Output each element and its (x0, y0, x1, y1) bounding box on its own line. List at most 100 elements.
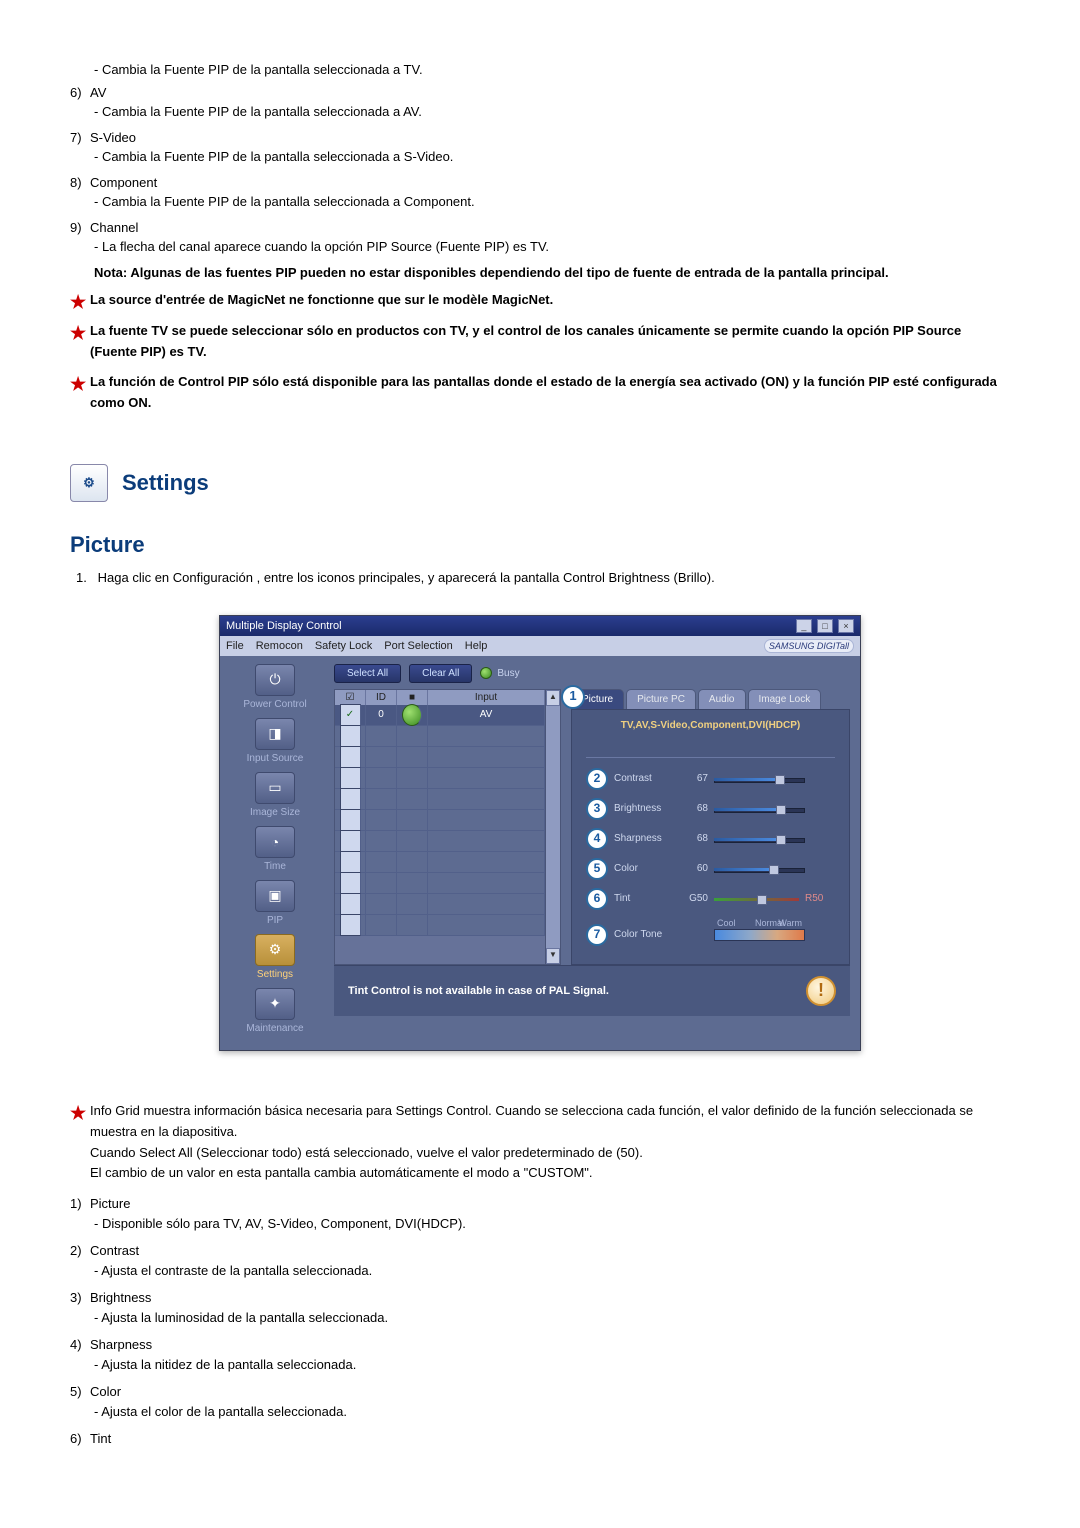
item-sub: - Ajusta el color de la pantalla selecci… (94, 1402, 1010, 1422)
row-checkbox[interactable] (340, 746, 361, 768)
star-icon: ★ (70, 288, 86, 317)
tint-g-value: G50 (678, 893, 708, 904)
row-checkbox[interactable] (340, 851, 361, 873)
ct-warm: Warm (778, 918, 802, 928)
table-row[interactable]: 0 AV (335, 705, 545, 726)
step-1-num: 1. (76, 570, 94, 585)
sidebar-item[interactable]: ⏻Power Control (220, 664, 330, 710)
sidebar-item-icon: ⚙ (255, 934, 295, 966)
item-num: 1) (70, 1194, 90, 1214)
control-slider[interactable] (714, 865, 805, 873)
ct-cool: Cool (717, 918, 736, 928)
table-row[interactable] (335, 831, 545, 852)
list-item: 8)Component- Cambia la Fuente PIP de la … (70, 173, 1010, 212)
clear-all-button[interactable]: Clear All (409, 664, 472, 683)
tint-slider[interactable] (714, 895, 799, 903)
sidebar-item-icon: ◔ (255, 826, 295, 858)
tab[interactable]: Audio (698, 689, 746, 709)
row-checkbox[interactable] (340, 893, 361, 915)
row-id: 0 (366, 705, 397, 725)
row-checkbox[interactable] (340, 767, 361, 789)
control-slider[interactable] (714, 835, 805, 843)
minimize-icon[interactable]: _ (796, 619, 812, 633)
table-row[interactable] (335, 726, 545, 747)
sidebar-item-label: Maintenance (220, 1023, 330, 1034)
tab[interactable]: Image Lock (748, 689, 822, 709)
sidebar: ⏻Power Control ◨Input Source ▭Image Size ◔ T… (220, 656, 330, 1050)
list-item: 6)AV- Cambia la Fuente PIP de la pantall… (70, 83, 1010, 122)
close-icon[interactable]: × (838, 619, 854, 633)
item-label: AV (90, 83, 106, 103)
pre-sub-line: - Cambia la Fuente PIP de la pantalla se… (94, 60, 1010, 80)
list-item: 7)S-Video- Cambia la Fuente PIP de la pa… (70, 128, 1010, 167)
row-checkbox[interactable] (340, 809, 361, 831)
row-checkbox[interactable] (340, 872, 361, 894)
document-page: - Cambia la Fuente PIP de la pantalla se… (0, 0, 1080, 1497)
busy-indicator: Busy (480, 667, 519, 679)
item-num: 8) (70, 173, 90, 193)
tab[interactable]: Picture PC (626, 689, 696, 709)
menu-item[interactable]: File (226, 640, 244, 652)
tint-label: Tint (614, 893, 678, 904)
app-screenshot: Multiple Display Control _ □ × FileRemoc… (219, 615, 861, 1051)
item-sub: - Disponible sólo para TV, AV, S-Video, … (94, 1214, 1010, 1234)
control-slider[interactable] (714, 805, 805, 813)
table-row[interactable] (335, 915, 545, 936)
sidebar-item-label: Time (220, 861, 330, 872)
list-item: 6)Tint (70, 1429, 1010, 1449)
item-num: 3) (70, 1288, 90, 1308)
select-all-button[interactable]: Select All (334, 664, 401, 683)
main-area: Select All Clear All Busy ☑ ID ■ Input (330, 656, 860, 1050)
item-num: 6) (70, 83, 90, 103)
table-row[interactable] (335, 789, 545, 810)
control-value: 68 (678, 833, 708, 844)
sidebar-item[interactable]: ◨Input Source (220, 718, 330, 764)
grid-header-check[interactable]: ☑ (335, 690, 366, 705)
sidebar-item[interactable]: ▭Image Size (220, 772, 330, 818)
menu-item[interactable]: Port Selection (384, 640, 452, 652)
table-row[interactable] (335, 747, 545, 768)
colortone-slider[interactable]: Cool Normal Warm (714, 929, 805, 941)
menubar: File Remocon Safety Lock Port Selection Help… (220, 636, 860, 656)
table-row[interactable] (335, 894, 545, 915)
star-icon: ★ (70, 319, 86, 348)
table-row[interactable] (335, 873, 545, 894)
list-item: 9)Channel- La flecha del canal aparece c… (70, 218, 1010, 257)
row-checkbox[interactable] (340, 725, 361, 747)
sidebar-item[interactable]: ⚙Settings (220, 934, 330, 980)
table-row[interactable] (335, 852, 545, 873)
row-input: AV (428, 705, 545, 725)
table-row[interactable] (335, 810, 545, 831)
table-row[interactable] (335, 768, 545, 789)
window-buttons: _ □ × (794, 619, 854, 633)
item-label: Tint (90, 1429, 111, 1449)
row-checkbox[interactable] (340, 788, 361, 810)
info-grid: ☑ ID ■ Input 0 AV (334, 689, 546, 965)
sidebar-item-icon: ▣ (255, 880, 295, 912)
star-icon: ★ (70, 1099, 86, 1128)
list-item: 5)Color- Ajusta el color de la pantalla … (70, 1382, 1010, 1421)
item-num: 6) (70, 1429, 90, 1449)
control-slider[interactable] (714, 775, 805, 783)
row-checkbox[interactable] (340, 704, 361, 726)
row-checkbox[interactable] (340, 914, 361, 936)
item-sub: - Cambia la Fuente PIP de la pantalla se… (94, 192, 1010, 212)
scroll-down-icon[interactable]: ▼ (546, 948, 560, 964)
scroll-up-icon[interactable]: ▲ (546, 690, 560, 706)
menu-item[interactable]: Help (465, 640, 488, 652)
step-1: 1. Haga clic en Configuración , entre lo… (76, 570, 1010, 585)
sidebar-item-label: Input Source (220, 753, 330, 764)
grid-scrollbar[interactable]: ▲ ▼ (546, 689, 561, 965)
maximize-icon[interactable]: □ (817, 619, 833, 633)
sidebar-item[interactable]: ◔ Time (220, 826, 330, 872)
sidebar-item[interactable]: ✦Maintenance (220, 988, 330, 1034)
star-note: ★La source d'entrée de MagicNet ne fonct… (70, 290, 1010, 311)
row-checkbox[interactable] (340, 830, 361, 852)
menu-item[interactable]: Safety Lock (315, 640, 372, 652)
callout-number: 3 (586, 798, 608, 820)
grid-header-input: Input (428, 690, 545, 705)
sidebar-item[interactable]: ▣PIP (220, 880, 330, 926)
note-bold: Nota: Algunas de las fuentes PIP pueden … (94, 263, 1010, 283)
sidebar-item-icon: ▭ (255, 772, 295, 804)
menu-item[interactable]: Remocon (256, 640, 303, 652)
